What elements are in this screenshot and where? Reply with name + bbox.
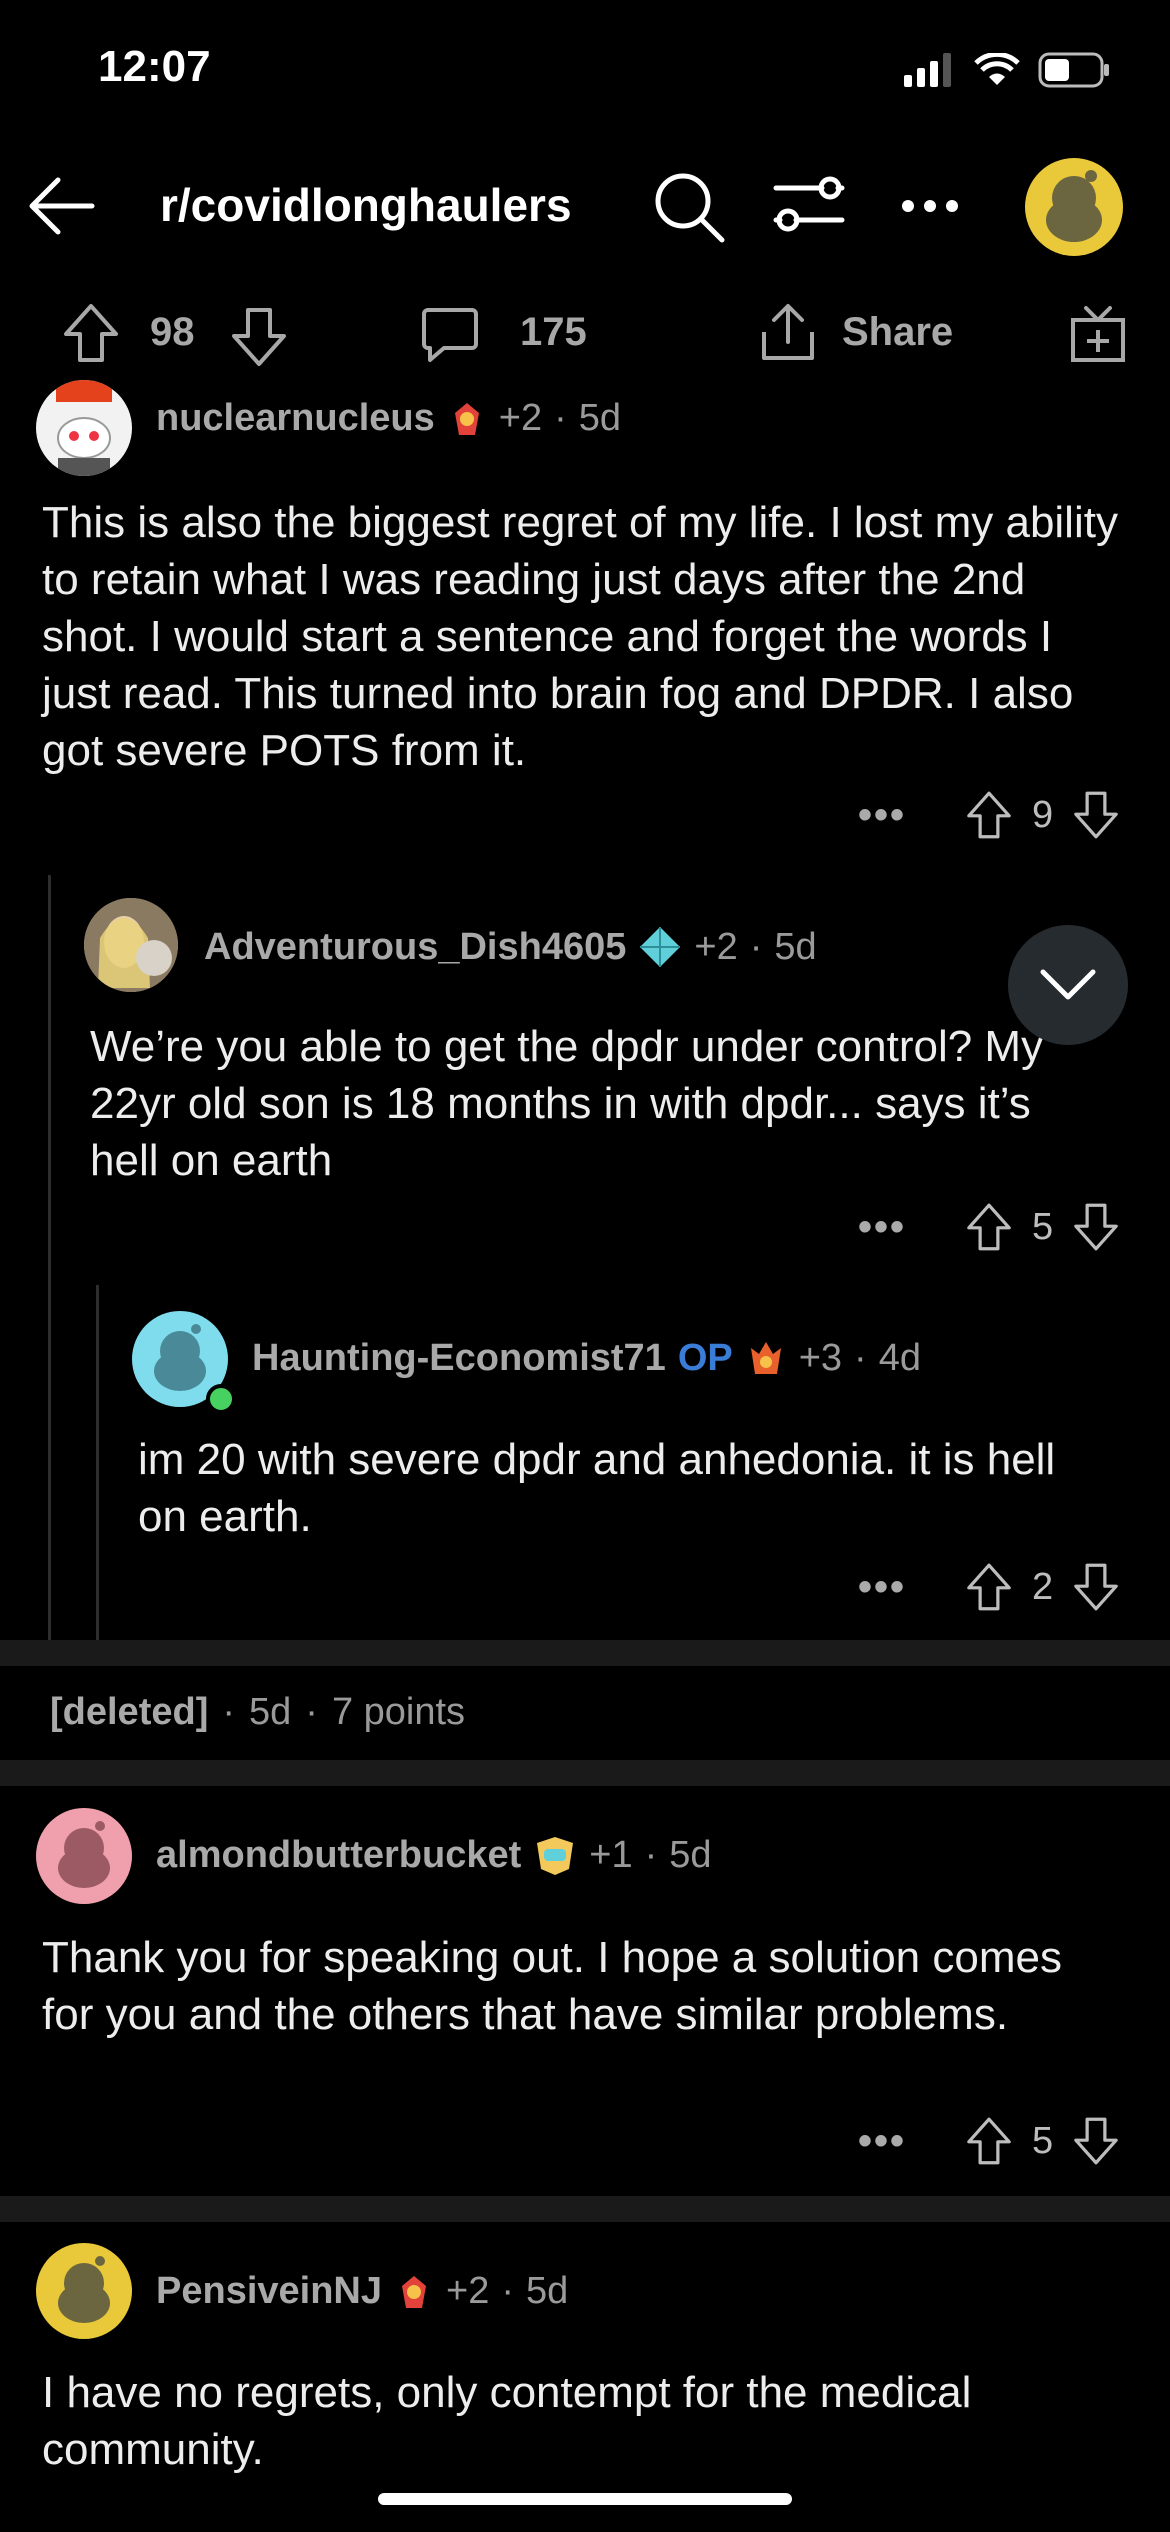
comment-more-icon[interactable]: ••• xyxy=(858,793,906,838)
deleted-comment-row[interactable]: [deleted] · 5d · 7 points xyxy=(50,1691,465,1734)
comment-meta: PensiveinNJ +2 · 5d xyxy=(156,2270,568,2313)
comment-age: 5d xyxy=(525,2270,569,2312)
snoo-avatar-icon xyxy=(56,380,112,476)
sort-filter-icon[interactable] xyxy=(772,172,846,236)
comment-age: 5d xyxy=(669,1834,712,1876)
profile-photo xyxy=(84,898,178,992)
wifi-icon xyxy=(974,53,1020,85)
comment-author[interactable]: Adventurous_Dish4605 xyxy=(204,926,626,969)
downvote-icon[interactable] xyxy=(1071,1202,1121,1252)
comment-vote-count: 2 xyxy=(1032,1565,1054,1608)
upvote-icon[interactable] xyxy=(964,2116,1014,2166)
comment-karma: +3 xyxy=(798,1337,843,1379)
online-indicator xyxy=(206,1384,236,1414)
upvote-icon[interactable] xyxy=(964,1202,1014,1252)
comment-age: 5d xyxy=(578,397,622,439)
comment-vote-row: ••• 5 xyxy=(858,2116,1121,2166)
comment-body: We’re you able to get the dpdr under con… xyxy=(90,1022,1044,1185)
comment-age: 4d xyxy=(878,1337,921,1379)
comment-vote-row: ••• 5 xyxy=(858,1202,1121,1252)
comment-karma: +2 xyxy=(498,397,543,439)
comment-icon[interactable] xyxy=(420,304,480,364)
comment-karma: +2 xyxy=(694,925,738,968)
comment-karma: +1 xyxy=(589,1834,633,1876)
meta-separator: · xyxy=(854,1337,867,1379)
comment-divider xyxy=(0,1760,1170,1786)
comment-age: 5d xyxy=(249,1691,292,1733)
comment-avatar[interactable] xyxy=(84,898,178,992)
snoo-avatar-icon xyxy=(58,1821,110,1888)
award-icon xyxy=(454,402,479,435)
status-icons xyxy=(904,52,1110,88)
comment-body: This is also the biggest regret of my li… xyxy=(42,498,1118,775)
share-label[interactable]: Share xyxy=(842,310,953,355)
comment-more-icon[interactable]: ••• xyxy=(858,2119,906,2164)
comment-vote-count: 5 xyxy=(1032,1205,1054,1248)
meta-separator: · xyxy=(222,1691,236,1733)
meta-separator: · xyxy=(749,925,763,968)
award-gift-icon[interactable] xyxy=(1068,304,1128,364)
comment-vote-count: 9 xyxy=(1032,793,1054,836)
award-icon xyxy=(537,1836,574,1875)
thread-line[interactable] xyxy=(96,1285,99,1640)
home-indicator[interactable] xyxy=(378,2493,792,2505)
deleted-label: [deleted] xyxy=(50,1691,209,1733)
thread-line[interactable] xyxy=(48,875,51,1640)
snoo-avatar-icon xyxy=(58,2256,110,2323)
meta-separator: · xyxy=(554,397,567,439)
meta-separator: · xyxy=(305,1691,318,1733)
comment-divider xyxy=(0,2196,1170,2222)
comment-meta: almondbutterbucket +1 · 5d xyxy=(156,1834,712,1877)
comment-avatar[interactable] xyxy=(36,380,132,476)
comment-age: 5d xyxy=(774,925,817,968)
meta-separator: · xyxy=(644,1834,658,1876)
battery-icon xyxy=(1038,52,1109,88)
op-badge: OP xyxy=(677,1337,733,1379)
comment-author[interactable]: PensiveinNJ xyxy=(156,2270,382,2313)
upvote-icon[interactable] xyxy=(964,1562,1014,1612)
cellular-signal-icon xyxy=(904,53,951,87)
upvote-icon[interactable] xyxy=(964,790,1014,840)
upvote-icon[interactable] xyxy=(62,302,120,364)
comment-meta: Adventurous_Dish4605 +2 · 5d xyxy=(204,925,817,969)
comment-vote-count: 5 xyxy=(1032,2119,1054,2162)
post-upvote-count: 98 xyxy=(150,310,195,354)
comment-avatar[interactable] xyxy=(36,1808,132,1904)
search-icon[interactable] xyxy=(652,170,726,244)
downvote-icon[interactable] xyxy=(1071,2116,1121,2166)
downvote-icon[interactable] xyxy=(1071,1562,1121,1612)
award-icon xyxy=(750,1341,781,1374)
downvote-icon[interactable] xyxy=(1071,790,1121,840)
back-arrow-icon[interactable] xyxy=(24,170,96,242)
comment-body: Thank you for speaking out. I hope a sol… xyxy=(42,1933,1062,2039)
comment-body: im 20 with severe dpdr and anhedonia. it… xyxy=(138,1435,1056,1541)
next-comment-button[interactable] xyxy=(1008,925,1128,1045)
comment-more-icon[interactable]: ••• xyxy=(858,1205,906,1250)
share-icon[interactable] xyxy=(758,302,818,364)
comment-body: I have no regrets, only contempt for the… xyxy=(42,2368,972,2474)
status-time: 12:07 xyxy=(98,42,211,91)
comment-more-icon[interactable]: ••• xyxy=(858,1565,906,1610)
comment-author[interactable]: Haunting-Economist71 xyxy=(252,1337,666,1380)
comment-divider xyxy=(0,1640,1170,1666)
diamond-award-icon xyxy=(640,927,681,967)
post-comment-count: 175 xyxy=(520,310,587,354)
downvote-icon[interactable] xyxy=(230,306,288,368)
comment-avatar[interactable] xyxy=(36,2243,132,2339)
comment-meta: Haunting-Economist71 OP +3 · 4d xyxy=(252,1337,921,1380)
comment-karma: +2 xyxy=(446,2270,490,2312)
award-icon xyxy=(402,2275,426,2308)
subreddit-title[interactable]: r/covidlonghaulers xyxy=(160,178,572,232)
meta-separator: · xyxy=(501,2270,514,2312)
more-options-icon[interactable] xyxy=(900,198,960,214)
comment-meta: nuclearnucleus +2 · 5d xyxy=(156,397,621,440)
chevron-down-icon xyxy=(1040,969,1096,1000)
comment-author[interactable]: almondbutterbucket xyxy=(156,1834,521,1877)
snoo-avatar-icon xyxy=(1046,170,1102,242)
comment-points: 7 points xyxy=(331,1691,466,1733)
comment-author[interactable]: nuclearnucleus xyxy=(156,397,435,440)
user-avatar[interactable] xyxy=(1025,158,1123,256)
comment-vote-row: ••• 9 xyxy=(858,790,1121,840)
comment-vote-row: ••• 2 xyxy=(858,1562,1121,1612)
